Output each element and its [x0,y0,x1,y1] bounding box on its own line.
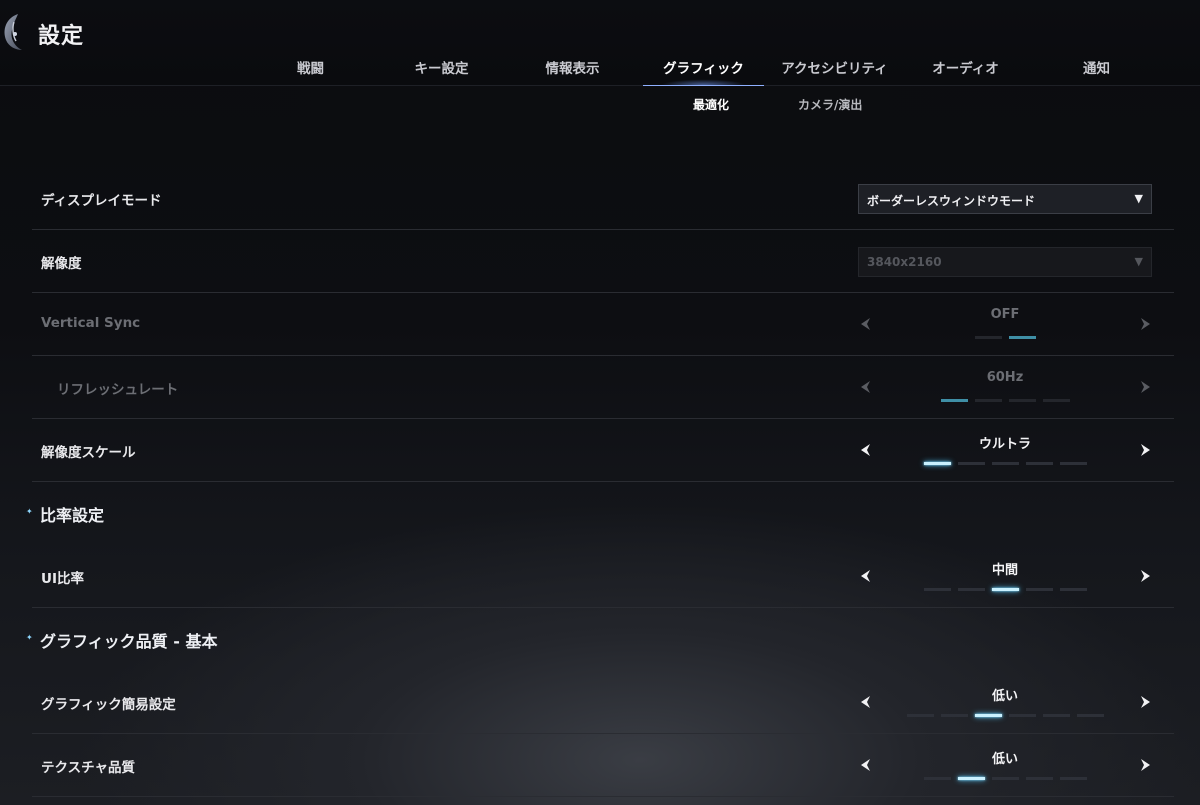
stepper-value: 低い [991,752,1018,767]
setting-row-vsync: Vertical Sync OFF [32,293,1174,356]
section-heading: 比率設定 [40,506,105,525]
tab-notifications[interactable]: 通知 [1031,56,1162,86]
stepper-segment [1025,777,1053,780]
setting-label: 解像度スケール [41,445,136,461]
stepper-segment [923,588,951,591]
stepper-segment [957,588,985,591]
settings-header: 設定 戦闘 キー設定 情報表示 グラフィック アクセシビリティ オーディオ 通知 [0,0,1200,86]
stepper-segment [991,777,1019,780]
stepper-segment [1042,399,1070,402]
setting-row-texture-quality: テクスチャ品質 低い [32,734,1174,797]
subtabs-bar: 最適化 カメラ/演出 [0,86,1200,122]
sparkle-icon: ✦ [26,507,33,516]
setting-label: UI比率 [41,571,84,587]
stepper-value: 中間 [991,563,1018,578]
section-heading: グラフィック品質 - 基本 [40,632,218,651]
chevron-left-icon[interactable] [858,693,872,711]
setting-label: ディスプレイモード [41,193,162,209]
stepper-segment [940,714,968,717]
stepper-segment [957,777,985,780]
stepper-segment [974,336,1002,339]
tab-accessibility[interactable]: アクセシビリティ [769,56,900,86]
stepper-segment [1059,462,1087,465]
tab-key-settings[interactable]: キー設定 [376,56,507,86]
stepper-segment [906,714,934,717]
setting-row-resolution: 解像度 3840x2160 ▼ [32,230,1174,293]
stepper-segment [991,462,1019,465]
page-title: 設定 [38,24,85,49]
stepper-segment [940,399,968,402]
stepper-indicator [906,714,1104,718]
setting-row-refresh-rate: リフレッシュレート 60Hz [32,356,1174,419]
setting-label: Vertical Sync [41,315,141,331]
select-value: ボーダーレスウィンドウモード [867,194,1036,208]
tab-audio[interactable]: オーディオ [900,56,1031,86]
setting-row-display-mode: ディスプレイモード ボーダーレスウィンドウモード ▼ [32,167,1174,230]
stepper-segment [974,399,1002,402]
stepper-segment [991,588,1019,591]
chevron-right-icon[interactable] [1139,567,1153,585]
setting-row-graphics-preset: グラフィック簡易設定 低い [32,671,1174,734]
chevron-right-icon[interactable] [1139,693,1153,711]
stepper-value: 低い [991,689,1018,704]
stepper-segment [1025,462,1053,465]
chevron-right-icon[interactable] [1139,315,1153,333]
select-value: 3840x2160 [867,255,942,269]
setting-label: グラフィック簡易設定 [41,697,176,713]
section-graphics-quality-basic: ✦ グラフィック品質 - 基本 [26,608,1174,671]
dropdown-caret-icon: ▼ [1134,255,1143,268]
stepper-segment [957,462,985,465]
stepper-segment [1008,714,1036,717]
chevron-right-icon[interactable] [1139,756,1153,774]
resolution-select[interactable]: 3840x2160 ▼ [858,247,1152,277]
chevron-left-icon[interactable] [858,756,872,774]
stepper-segment [923,462,951,465]
stepper-segment [1059,588,1087,591]
stepper-segment [1076,714,1104,717]
dropdown-caret-icon: ▼ [1134,192,1143,205]
stepper-indicator [923,462,1087,466]
stepper-indicator [940,399,1070,403]
display-mode-select[interactable]: ボーダーレスウィンドウモード ▼ [858,184,1152,214]
stepper-value: OFF [990,307,1020,322]
stepper-segment [923,777,951,780]
setting-label: 解像度 [41,256,82,272]
settings-list: ディスプレイモード ボーダーレスウィンドウモード ▼ 解像度 3840x2160… [26,167,1174,797]
chevron-right-icon[interactable] [1139,378,1153,396]
stepper-value: 60Hz [986,370,1024,385]
subtab-camera-effects[interactable]: カメラ/演出 [798,96,862,113]
main-tabs: 戦闘 キー設定 情報表示 グラフィック アクセシビリティ オーディオ 通知 [245,56,1165,86]
tab-graphics[interactable]: グラフィック [638,56,769,86]
chevron-right-icon[interactable] [1139,441,1153,459]
stepper-indicator [923,588,1087,592]
tab-combat[interactable]: 戦闘 [245,56,376,86]
stepper-segment [1008,399,1036,402]
stepper-segment [1025,588,1053,591]
sparkle-icon: ✦ [26,633,33,642]
stepper-segment [1008,336,1036,339]
stepper-indicator [923,777,1087,781]
stepper-indicator [974,336,1036,340]
section-ratio-settings: ✦ 比率設定 [26,482,1174,545]
setting-row-resolution-scale: 解像度スケール ウルトラ [32,419,1174,482]
chevron-left-icon[interactable] [858,315,872,333]
stepper-segment [1042,714,1070,717]
stepper-segment [974,714,1002,717]
chevron-left-icon[interactable] [858,567,872,585]
setting-label: リフレッシュレート [57,382,179,398]
setting-row-ui-ratio: UI比率 中間 [32,545,1174,608]
chevron-left-icon[interactable] [858,441,872,459]
game-emblem-icon [0,10,30,56]
chevron-left-icon[interactable] [858,378,872,396]
stepper-segment [1059,777,1087,780]
setting-label: テクスチャ品質 [41,760,135,776]
stepper-value: ウルトラ [978,437,1031,452]
subtab-optimization[interactable]: 最適化 [668,86,754,122]
tab-info-display[interactable]: 情報表示 [507,56,638,86]
